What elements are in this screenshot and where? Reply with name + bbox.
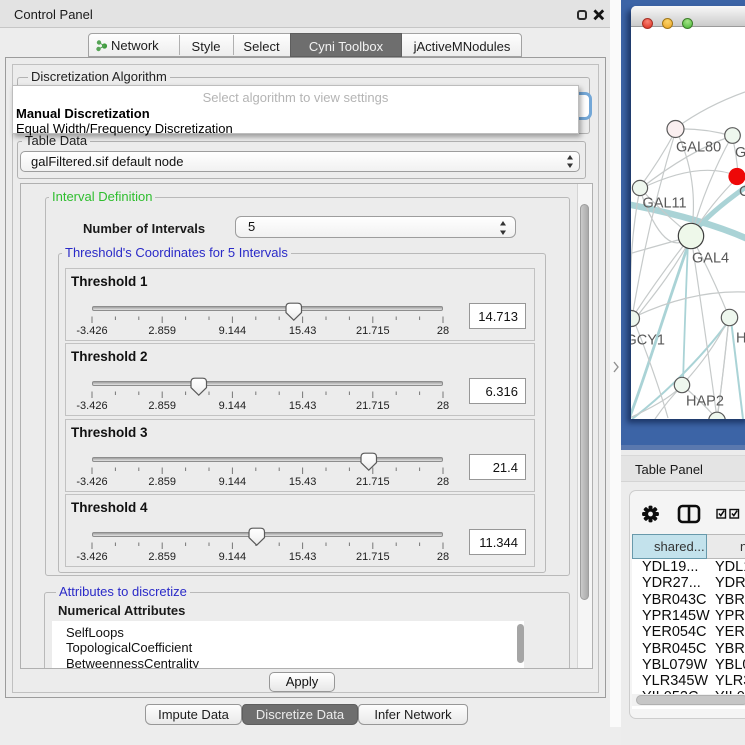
svg-text:GAL80: GAL80	[676, 140, 721, 156]
svg-text:HAP2: HAP2	[686, 394, 724, 410]
svg-text:GA: GA	[735, 145, 745, 161]
svg-text:GCY1: GCY1	[631, 333, 665, 349]
svg-text:H: H	[736, 331, 745, 347]
svg-text:GAL4: GAL4	[692, 251, 729, 267]
svg-text:C: C	[739, 184, 745, 200]
svg-text:GAL11: GAL11	[643, 196, 687, 212]
